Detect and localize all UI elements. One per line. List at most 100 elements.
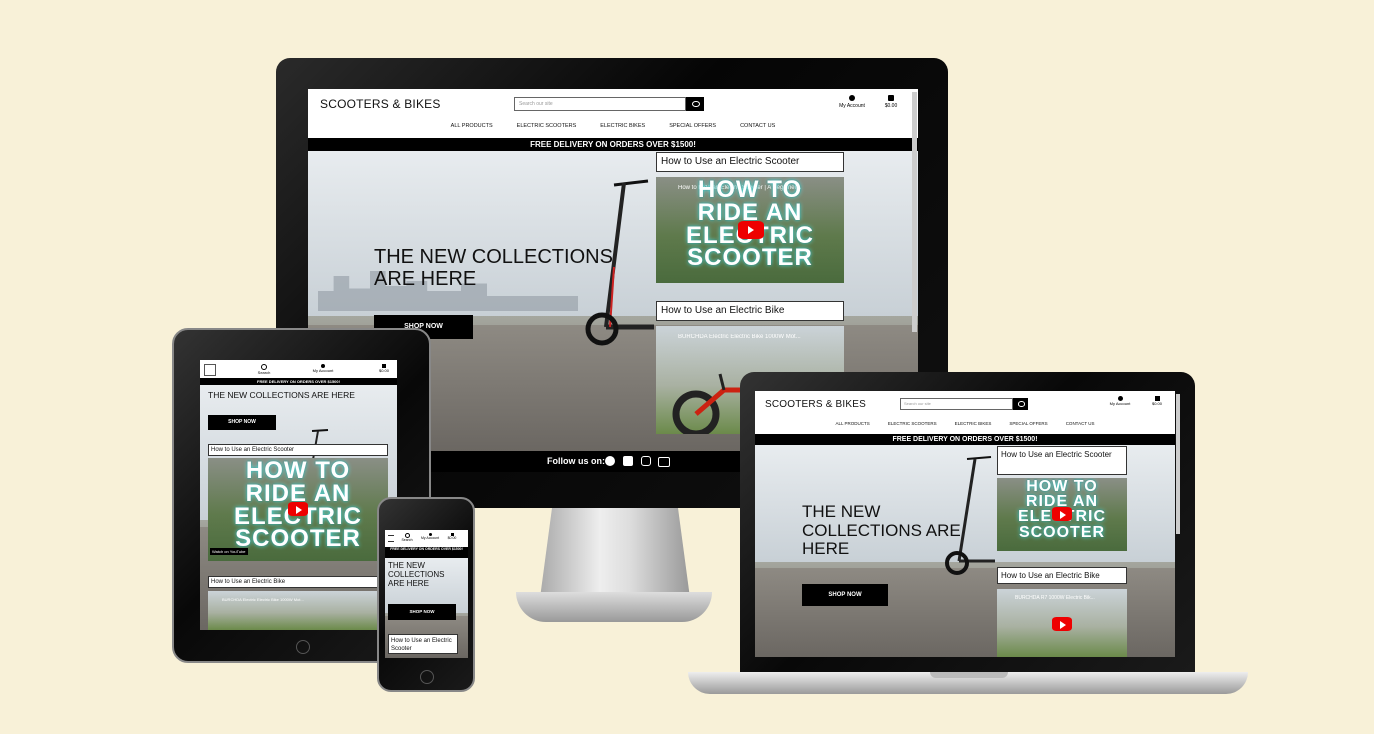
cart-total: $0.00 (447, 536, 457, 540)
youtube-icon[interactable] (658, 457, 670, 467)
tablet-shop-now[interactable]: SHOP NOW (208, 415, 276, 430)
nav-all-products[interactable]: ALL PRODUCTS (451, 123, 493, 129)
laptop-cart-link[interactable]: $0.00 (1147, 396, 1167, 406)
laptop-logo[interactable]: SCOOTERS & BIKES (765, 399, 866, 410)
search-label: Search (401, 538, 413, 542)
video1-embed[interactable]: How to Ride an Electric Scooter | A Begi… (656, 177, 844, 283)
nav-electric-scooters[interactable]: ELECTRIC SCOOTERS (517, 123, 577, 129)
hero-title-line2: ARE HERE (374, 268, 477, 290)
vtext-line4: SCOOTER (687, 244, 813, 272)
desktop-scrollbar[interactable] (912, 92, 917, 332)
cart-total: $0.00 (378, 368, 389, 373)
phone-video-label: How to Use an Electric Scooter (388, 634, 458, 654)
phone-home-button (420, 670, 434, 684)
account-label: My Account (839, 103, 865, 109)
tablet-video2-label: How to Use an Electric Bike (208, 576, 388, 588)
phone-banner: FREE DELIVERY ON ORDERS OVER $1500! (385, 547, 468, 558)
instagram-icon[interactable] (641, 456, 651, 466)
monitor-stand-base (516, 592, 712, 622)
follow-us: Follow us on: (547, 456, 605, 466)
laptop-title-line2: COLLECTIONS ARE (802, 520, 961, 540)
video1-label: How to Use an Electric Scooter (656, 152, 844, 172)
vtext-line4: SCOOTER (1018, 523, 1106, 541)
tablet-banner: FREE DELIVERY ON ORDERS OVER $1500! (200, 378, 397, 385)
account-label: My Account (420, 536, 440, 540)
tablet-video1-label: How to Use an Electric Scooter (208, 444, 388, 456)
video2-label: How to Use an Electric Bike (656, 301, 844, 321)
hero-title-line1: THE NEW COLLECTIONS (374, 246, 613, 268)
phone-title-line3: ARE HERE (388, 578, 429, 588)
laptop-account-link[interactable]: My Account (1105, 396, 1135, 406)
nav-electric-bikes[interactable]: ELECTRIC BIKES (600, 123, 645, 129)
watch-on-label: Watch on (212, 549, 229, 554)
play-icon[interactable] (1052, 617, 1072, 631)
laptop-video1-label: How to Use an Electric Scooter (997, 446, 1127, 475)
search-input[interactable]: Search our site (514, 97, 686, 111)
laptop-hero-title: THE NEW COLLECTIONS ARE HERE (802, 502, 961, 559)
account-label: My Account (1109, 401, 1131, 406)
phone-site: Search My Account $0.00 FREE DELIVERY ON… (385, 530, 468, 658)
tablet-site: Search My Account $0.00 FREE DELIVERY ON… (200, 360, 397, 630)
tablet-cart-link[interactable]: $0.00 (376, 364, 392, 373)
github-icon[interactable] (605, 456, 615, 466)
laptop-site: SCOOTERS & BIKES Search our site My Acco… (755, 391, 1175, 657)
tablet-account-link[interactable]: My Account (310, 364, 336, 373)
laptop-shop-now[interactable]: SHOP NOW (802, 584, 888, 606)
hamburger-icon[interactable] (388, 535, 394, 542)
tablet-home-button (296, 640, 310, 654)
tablet-video2[interactable]: BURCHDA Electric Electric Bike 1000W Mot… (208, 591, 388, 630)
laptop-video2-title: BURCHDA R7 1000W Electric Bik... (1015, 595, 1095, 601)
laptop-nav: ALL PRODUCTS ELECTRIC SCOOTERS ELECTRIC … (755, 421, 1175, 426)
nav-electric-bikes[interactable]: ELECTRIC BIKES (955, 421, 992, 426)
search-button[interactable] (686, 97, 704, 111)
phone-account-link[interactable]: My Account (418, 533, 442, 540)
nav-contact-us[interactable]: CONTACT US (740, 123, 775, 129)
play-icon[interactable] (288, 502, 308, 516)
video2-title: BURCHDA Electric Electric Bike 1000W Mot… (678, 334, 801, 340)
hero-title: THE NEW COLLECTIONS ARE HERE (374, 246, 613, 290)
nav-electric-scooters[interactable]: ELECTRIC SCOOTERS (888, 421, 937, 426)
laptop-search-input[interactable]: Search our site (900, 398, 1013, 410)
facebook-icon[interactable] (623, 456, 633, 466)
monitor-stand-neck (540, 508, 690, 598)
nav-all-products[interactable]: ALL PRODUCTS (835, 421, 869, 426)
nav-contact-us[interactable]: CONTACT US (1066, 421, 1095, 426)
phone-search-link[interactable]: Search (399, 533, 415, 542)
cart-total: $0.00 (1151, 401, 1162, 406)
cart-total: $0.00 (884, 103, 898, 109)
laptop-scrollbar[interactable] (1176, 394, 1180, 534)
tablet-video2-title: BURCHDA Electric Electric Bike 1000W Mot… (222, 597, 304, 602)
laptop-search-button[interactable] (1013, 398, 1028, 410)
nav-special-offers[interactable]: SPECIAL OFFERS (1009, 421, 1047, 426)
main-nav: ALL PRODUCTS ELECTRIC SCOOTERS ELECTRIC … (308, 123, 918, 129)
nav-special-offers[interactable]: SPECIAL OFFERS (669, 123, 716, 129)
cart-link[interactable]: $0.00 (880, 95, 902, 109)
account-label: My Account (312, 368, 334, 373)
play-icon[interactable] (738, 221, 764, 239)
laptop-video1[interactable]: HOW TO RIDE AN ELECTRIC SCOOTER (997, 478, 1127, 551)
play-icon[interactable] (1052, 507, 1072, 521)
phone-shop-now[interactable]: SHOP NOW (388, 604, 456, 620)
hamburger-icon[interactable] (204, 364, 216, 376)
site-logo[interactable]: SCOOTERS & BIKES (320, 97, 441, 111)
laptop-title-line3: HERE (802, 539, 850, 559)
laptop-video2[interactable]: BURCHDA R7 1000W Electric Bik... (997, 589, 1127, 657)
phone-hero-title: THE NEW COLLECTIONS ARE HERE (388, 561, 444, 588)
account-link[interactable]: My Account (834, 95, 870, 109)
watch-on-youtube[interactable]: Watch on YouTube (210, 548, 248, 555)
search-label: Search (257, 370, 271, 375)
tablet-video1[interactable]: HOW TO RIDE AN ELECTRIC SCOOTER Watch on… (208, 458, 388, 561)
laptop-scooter (945, 456, 995, 575)
laptop-title-line1: THE NEW (802, 502, 881, 521)
vtext-line1: HOW TO (1026, 478, 1098, 495)
delivery-banner: FREE DELIVERY ON ORDERS OVER $1500! (308, 138, 918, 151)
laptop-video2-label: How to Use an Electric Bike (997, 567, 1127, 584)
cart-icon (888, 95, 894, 101)
phone-cart-link[interactable]: $0.00 (445, 533, 459, 540)
laptop-banner: FREE DELIVERY ON ORDERS OVER $1500! (755, 434, 1175, 445)
tablet-search-link[interactable]: Search (256, 364, 272, 375)
scooter-image (585, 179, 654, 346)
account-icon (849, 95, 855, 101)
laptop-notch (930, 672, 1008, 678)
tablet-hero-title: THE NEW COLLECTIONS ARE HERE (208, 390, 355, 400)
